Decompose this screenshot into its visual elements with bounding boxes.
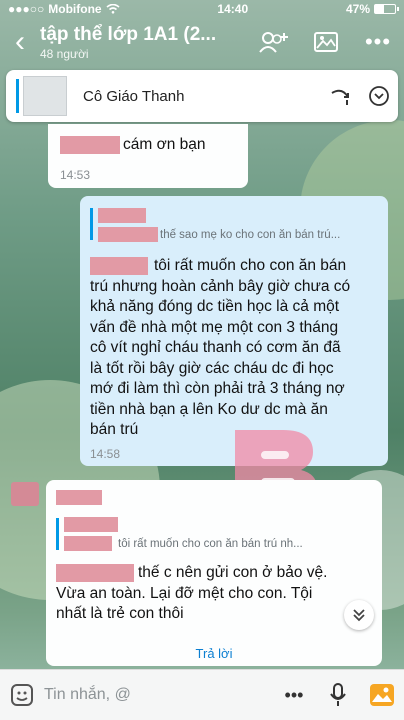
battery-icon (374, 4, 399, 14)
pinned-accent-bar (16, 79, 19, 113)
message-text: cám ơn bạn (123, 136, 206, 153)
pinned-message[interactable]: Cô Giáo Thanh (6, 70, 398, 122)
redacted-sender-name (56, 490, 102, 505)
redacted-quoted-text (98, 227, 158, 242)
double-chevron-down-icon (353, 609, 365, 622)
scroll-down-button[interactable] (344, 600, 374, 630)
message-line: tôi rất muốn cho con ăn bán (154, 257, 347, 274)
battery-percent: 47% (345, 2, 370, 16)
gallery-icon[interactable] (300, 31, 352, 53)
member-count: 48 người (40, 46, 89, 61)
message-line: nhất là trẻ con thôi (56, 605, 184, 622)
clock: 14:40 (217, 2, 249, 16)
group-title-area[interactable]: tập thể lớp 1A1 (2... 48 người (40, 24, 248, 61)
reply-arrow-icon[interactable] (322, 85, 360, 107)
redacted-name (60, 136, 120, 154)
redacted-name (56, 564, 134, 582)
add-member-icon[interactable] (248, 30, 300, 54)
carrier-name: Mobifone (48, 2, 102, 16)
quoted-text: tôi rất muốn cho con ăn bán trú nh... (118, 538, 303, 550)
message-line: là tốt rồi bây giờ các cháu dc đi học (90, 359, 334, 377)
composer-bar: Tin nhắn, @ ••• (0, 669, 404, 720)
pinned-sender-name: Cô Giáo Thanh (83, 87, 185, 105)
message-line: cô vít nghỉ cháu thanh có cơm ăn đã (90, 339, 341, 356)
quote-bar (90, 208, 93, 240)
image-icon[interactable] (360, 683, 404, 707)
message-line: mớ đi làm thì còn phải trả 3 tháng nợ (90, 380, 345, 397)
back-icon[interactable]: ‹ (0, 22, 40, 62)
message-line: thế c nên gửi con ở bảo vệ. (138, 564, 328, 581)
signal-icon: ●●●○○ (8, 2, 45, 16)
message-line: Vừa an toàn. Lại đỡ mệt cho con. Tội (56, 584, 313, 602)
message-line: khả năng đóng dc tiền học là cả một (90, 298, 340, 315)
microphone-icon[interactable] (316, 682, 360, 708)
quote-bar (56, 518, 59, 550)
message-time: 14:58 (90, 447, 121, 461)
wifi-icon (106, 4, 120, 14)
chevron-down-icon[interactable] (360, 85, 398, 107)
redacted-name (90, 257, 148, 275)
avatar[interactable] (11, 482, 39, 506)
message-time: 14:53 (60, 168, 91, 182)
reply-button[interactable]: Trả lời (46, 646, 382, 661)
more-icon[interactable]: ••• (272, 685, 316, 706)
sticker-icon[interactable] (0, 683, 44, 707)
chat-header: ‹ tập thể lớp 1A1 (2... 48 người ••• (0, 18, 404, 66)
message-bubble[interactable]: cám ơn bạn 14:53 (48, 124, 248, 188)
redacted-quoted-name (64, 517, 118, 532)
redacted-quoted-name (98, 208, 146, 223)
message-line: vấn đề nhà một mẹ một con 3 tháng (90, 318, 339, 336)
message-input[interactable]: Tin nhắn, @ (44, 686, 272, 704)
message-bubble[interactable]: tôi rất muốn cho con ăn bán trú nh... th… (46, 480, 382, 666)
message-line: trú nhưng hoàn cảnh bây giờ chưa có (90, 277, 351, 295)
more-icon[interactable]: ••• (352, 29, 404, 55)
status-bar: ●●●○○ Mobifone 14:40 47% (0, 0, 404, 18)
message-line: bán trú (90, 421, 139, 438)
quoted-text: thế sao mẹ ko cho con ăn bán trú... (160, 229, 341, 241)
message-line: tiền nhà bạn ạ lên Ko dư dc mà ăn (90, 400, 328, 418)
group-title: tập thể lớp 1A1 (2... (40, 23, 217, 45)
redacted-quoted-text (64, 536, 112, 551)
pinned-thumbnail (23, 76, 67, 116)
